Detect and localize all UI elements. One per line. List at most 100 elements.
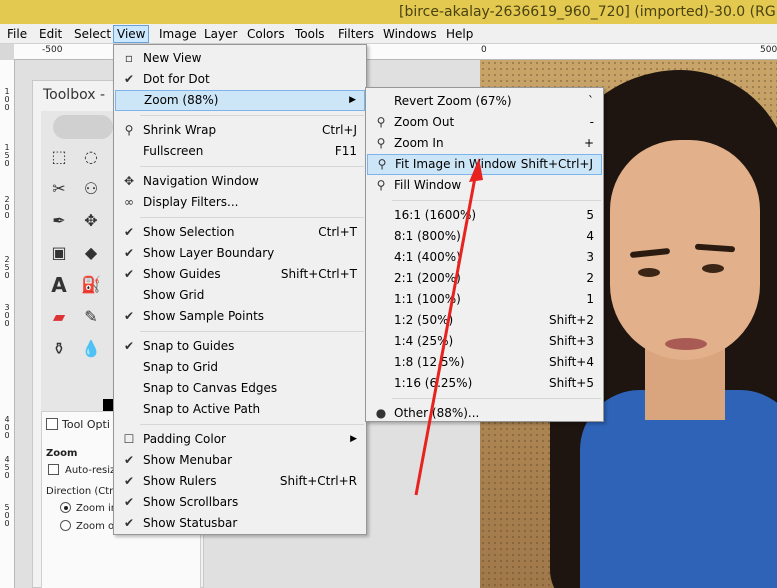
menu-item-snap-to-canvas-edges[interactable]: Snap to Canvas Edges xyxy=(115,378,365,399)
airbrush-icon[interactable]: ✎ xyxy=(81,307,101,327)
text-icon[interactable]: A xyxy=(49,275,69,295)
menu-item-zoom-in[interactable]: ⚲ Zoom In + xyxy=(367,133,602,154)
menu-item-label: Other (88%)... xyxy=(394,406,480,420)
menu-item-navigation-window[interactable]: ✥ Navigation Window xyxy=(115,171,365,192)
paths-icon[interactable]: ✒ xyxy=(49,211,69,231)
menu-item-show-menubar[interactable]: ✔ Show Menubar xyxy=(115,450,365,471)
menu-item-label: Display Filters... xyxy=(143,195,239,209)
zoom-in-radio[interactable]: Zoom in xyxy=(60,502,117,514)
menu-item-4-1-400[interactable]: 4:1 (400%) 3 xyxy=(367,247,602,268)
menu-item-1-4-25[interactable]: 1:4 (25%) Shift+3 xyxy=(367,331,602,352)
menu-item-label: 4:1 (400%) xyxy=(394,250,461,264)
ellipse-select-icon[interactable]: ◌ xyxy=(81,147,101,167)
ruler-label: 0 xyxy=(4,159,10,168)
menu-item-label: Show Statusbar xyxy=(143,516,238,530)
menu-item-shortcut: Shift+Ctrl+J xyxy=(520,157,593,171)
menu-file[interactable]: File xyxy=(3,25,31,43)
menu-help[interactable]: Help xyxy=(442,25,477,43)
rect-select-icon[interactable]: ⬚ xyxy=(49,147,69,167)
menu-colors[interactable]: Colors xyxy=(243,25,289,43)
menu-item-show-rulers[interactable]: ✔ Show Rulers Shift+Ctrl+R xyxy=(115,471,365,492)
menu-item-1-2-50[interactable]: 1:2 (50%) Shift+2 xyxy=(367,310,602,331)
menu-item-1-8-12-5[interactable]: 1:8 (12.5%) Shift+4 xyxy=(367,352,602,373)
scissors-icon[interactable]: ✂ xyxy=(49,179,69,199)
radio-dot-icon: ● xyxy=(375,406,387,420)
check-icon: ✔ xyxy=(123,516,135,530)
menu-item-show-layer-boundary[interactable]: ✔ Show Layer Boundary xyxy=(115,243,365,264)
check-icon: ✔ xyxy=(123,339,135,353)
bucket-fill-icon[interactable]: ⛽ xyxy=(81,275,101,295)
menu-item-2-1-200[interactable]: 2:1 (200%) 2 xyxy=(367,268,602,289)
transform-icon[interactable]: ◆ xyxy=(81,243,101,263)
menu-item-label: Snap to Active Path xyxy=(143,402,261,416)
ruler-label: 0 xyxy=(481,45,487,55)
menu-item-8-1-800[interactable]: 8:1 (800%) 4 xyxy=(367,226,602,247)
menu-item-shortcut: + xyxy=(583,136,594,150)
menu-item-label: Snap to Guides xyxy=(143,339,235,353)
menu-item-padding-color[interactable]: ☐ Padding Color ▶ xyxy=(115,429,365,450)
menu-item-zoom-88[interactable]: Zoom (88%) ▶ xyxy=(115,90,365,111)
eraser-icon[interactable]: ▰ xyxy=(49,307,69,327)
menu-item-label: Zoom Out xyxy=(394,115,455,129)
blur-icon[interactable]: 💧 xyxy=(81,339,101,359)
menu-view[interactable]: View xyxy=(113,25,150,43)
menu-tools[interactable]: Tools xyxy=(291,25,329,43)
menu-item-label: Show Menubar xyxy=(143,453,233,467)
menu-item-show-sample-points[interactable]: ✔ Show Sample Points xyxy=(115,306,365,327)
menu-item-dot-for-dot[interactable]: ✔ Dot for Dot xyxy=(115,69,365,90)
menu-item-fill-window[interactable]: ⚲ Fill Window xyxy=(367,175,602,196)
menu-item-snap-to-guides[interactable]: ✔ Snap to Guides xyxy=(115,336,365,357)
auto-resize-checkbox[interactable]: Auto-resize xyxy=(48,464,121,476)
menu-item-zoom-out[interactable]: ⚲ Zoom Out - xyxy=(367,112,602,133)
new-view-icon: ▫ xyxy=(124,51,134,65)
menu-item-show-statusbar[interactable]: ✔ Show Statusbar xyxy=(115,513,365,534)
clone-icon[interactable]: ⚱ xyxy=(49,339,69,359)
menu-item-show-grid[interactable]: Show Grid xyxy=(115,285,365,306)
tool-options-icon xyxy=(46,418,58,430)
menu-item-1-1-100[interactable]: 1:1 (100%) 1 xyxy=(367,289,602,310)
menu-item-show-guides[interactable]: ✔ Show Guides Shift+Ctrl+T xyxy=(115,264,365,285)
check-icon: ✔ xyxy=(123,453,135,467)
tool-options-tab[interactable]: Tool Opti xyxy=(46,418,110,431)
move-icon[interactable]: ✥ xyxy=(81,211,101,231)
menu-item-snap-to-active-path[interactable]: Snap to Active Path xyxy=(115,399,365,420)
zoom-out-radio[interactable]: Zoom o xyxy=(60,520,114,532)
ruler-label: 500 xyxy=(760,45,777,55)
menu-item-show-selection[interactable]: ✔ Show Selection Ctrl+T xyxy=(115,222,365,243)
menu-item-16-1-1600[interactable]: 16:1 (1600%) 5 xyxy=(367,205,602,226)
menu-item-shortcut: 5 xyxy=(586,208,594,222)
foreground-select-icon[interactable]: ⚇ xyxy=(81,179,101,199)
menu-item-snap-to-grid[interactable]: Snap to Grid xyxy=(115,357,365,378)
menu-image[interactable]: Image xyxy=(155,25,201,43)
menu-item-fit-image-in-window[interactable]: ⚲ Fit Image in Window Shift+Ctrl+J xyxy=(367,154,602,175)
menu-item-show-scrollbars[interactable]: ✔ Show Scrollbars xyxy=(115,492,365,513)
menu-item-shortcut: Shift+2 xyxy=(549,313,594,327)
menu-item-label: Snap to Grid xyxy=(143,360,219,374)
check-icon: ✔ xyxy=(123,72,135,86)
display-filters-icon: ∞ xyxy=(124,195,134,209)
navigation-icon: ✥ xyxy=(123,174,135,188)
menu-item-fullscreen[interactable]: Fullscreen F11 xyxy=(115,141,365,162)
submenu-arrow-icon: ▶ xyxy=(349,95,356,105)
menu-item-label: Show Grid xyxy=(143,288,205,302)
menu-item-other-88[interactable]: ● Other (88%)... xyxy=(367,403,602,424)
menu-item-new-view[interactable]: ▫ New View xyxy=(115,48,365,69)
menu-layer[interactable]: Layer xyxy=(200,25,241,43)
ruler-label: -500 xyxy=(42,45,63,55)
padding-color-icon: ☐ xyxy=(123,432,135,446)
menu-item-display-filters[interactable]: ∞ Display Filters... xyxy=(115,192,365,213)
menu-item-1-16-6-25[interactable]: 1:16 (6.25%) Shift+5 xyxy=(367,373,602,394)
check-icon: ✔ xyxy=(123,495,135,509)
menu-select[interactable]: Select xyxy=(70,25,115,43)
menu-item-shrink-wrap[interactable]: ⚲ Shrink Wrap Ctrl+J xyxy=(115,120,365,141)
menu-item-revert-zoom-67[interactable]: Revert Zoom (67%) ` xyxy=(367,91,602,112)
vertical-ruler[interactable]: 100150200250300400450500 xyxy=(0,60,15,588)
crop-icon[interactable]: ▣ xyxy=(49,243,69,263)
menu-item-shortcut: 3 xyxy=(586,250,594,264)
menu-item-label: Dot for Dot xyxy=(143,72,210,86)
menu-filters[interactable]: Filters xyxy=(334,25,378,43)
menu-item-shortcut: Shift+5 xyxy=(549,376,594,390)
menu-edit[interactable]: Edit xyxy=(35,25,66,43)
menu-item-label: Zoom In xyxy=(394,136,444,150)
menu-windows[interactable]: Windows xyxy=(379,25,441,43)
